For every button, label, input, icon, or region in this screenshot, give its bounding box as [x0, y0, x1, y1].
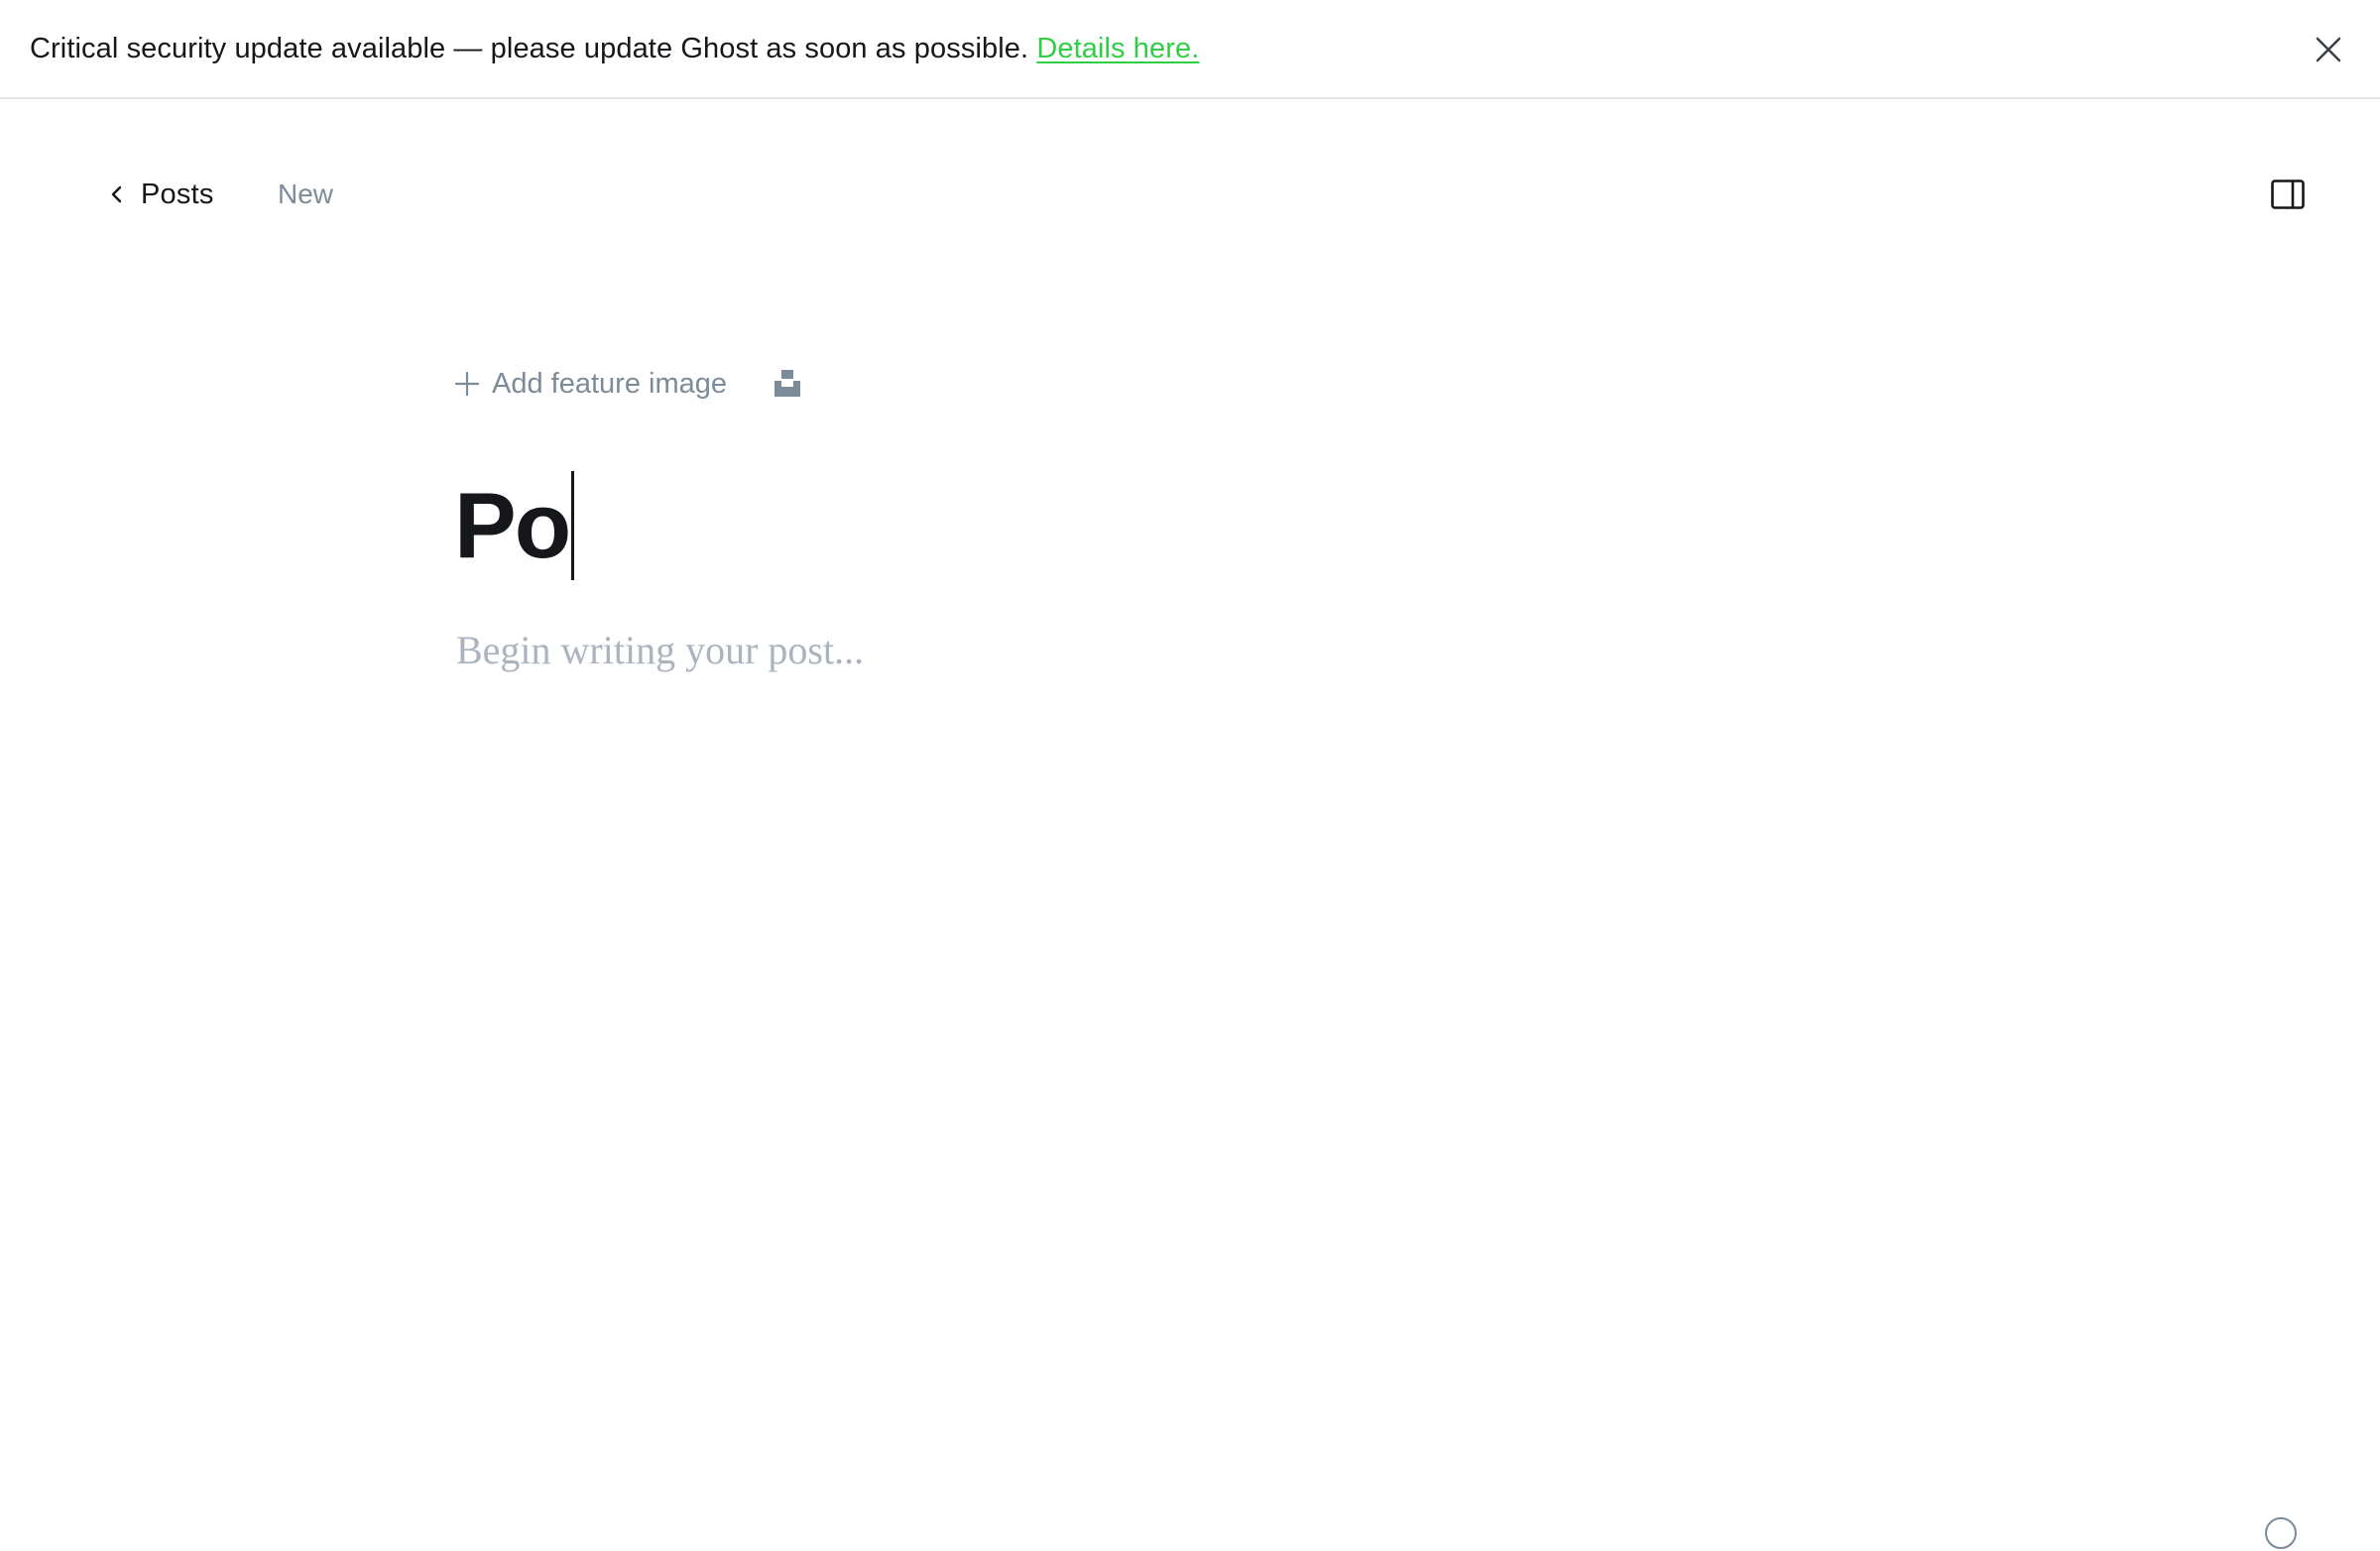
post-title-text: Po: [454, 473, 571, 577]
add-feature-image-label: Add feature image: [492, 367, 727, 400]
back-link-label: Posts: [141, 178, 214, 210]
help-circle-icon[interactable]: [2263, 1515, 2299, 1551]
post-body-editor[interactable]: Begin writing your post...: [456, 625, 864, 676]
close-icon[interactable]: [2311, 32, 2346, 67]
sidebar-panel-icon[interactable]: [2271, 179, 2305, 209]
back-to-posts-link[interactable]: Posts: [107, 175, 214, 214]
post-title-input[interactable]: Po: [454, 466, 575, 585]
plus-icon: [454, 371, 480, 397]
banner-details-link[interactable]: Details here.: [1036, 33, 1199, 64]
add-feature-image-button[interactable]: Add feature image: [454, 364, 727, 404]
unsplash-icon[interactable]: [772, 367, 803, 399]
security-update-banner: Critical security update available — ple…: [0, 0, 2380, 99]
chevron-left-icon: [111, 185, 122, 203]
banner-message-line: Critical security update available — ple…: [30, 30, 1199, 67]
banner-message: Critical security update available — ple…: [30, 33, 1037, 64]
post-status-label: New: [278, 179, 334, 209]
text-caret: [571, 471, 575, 580]
